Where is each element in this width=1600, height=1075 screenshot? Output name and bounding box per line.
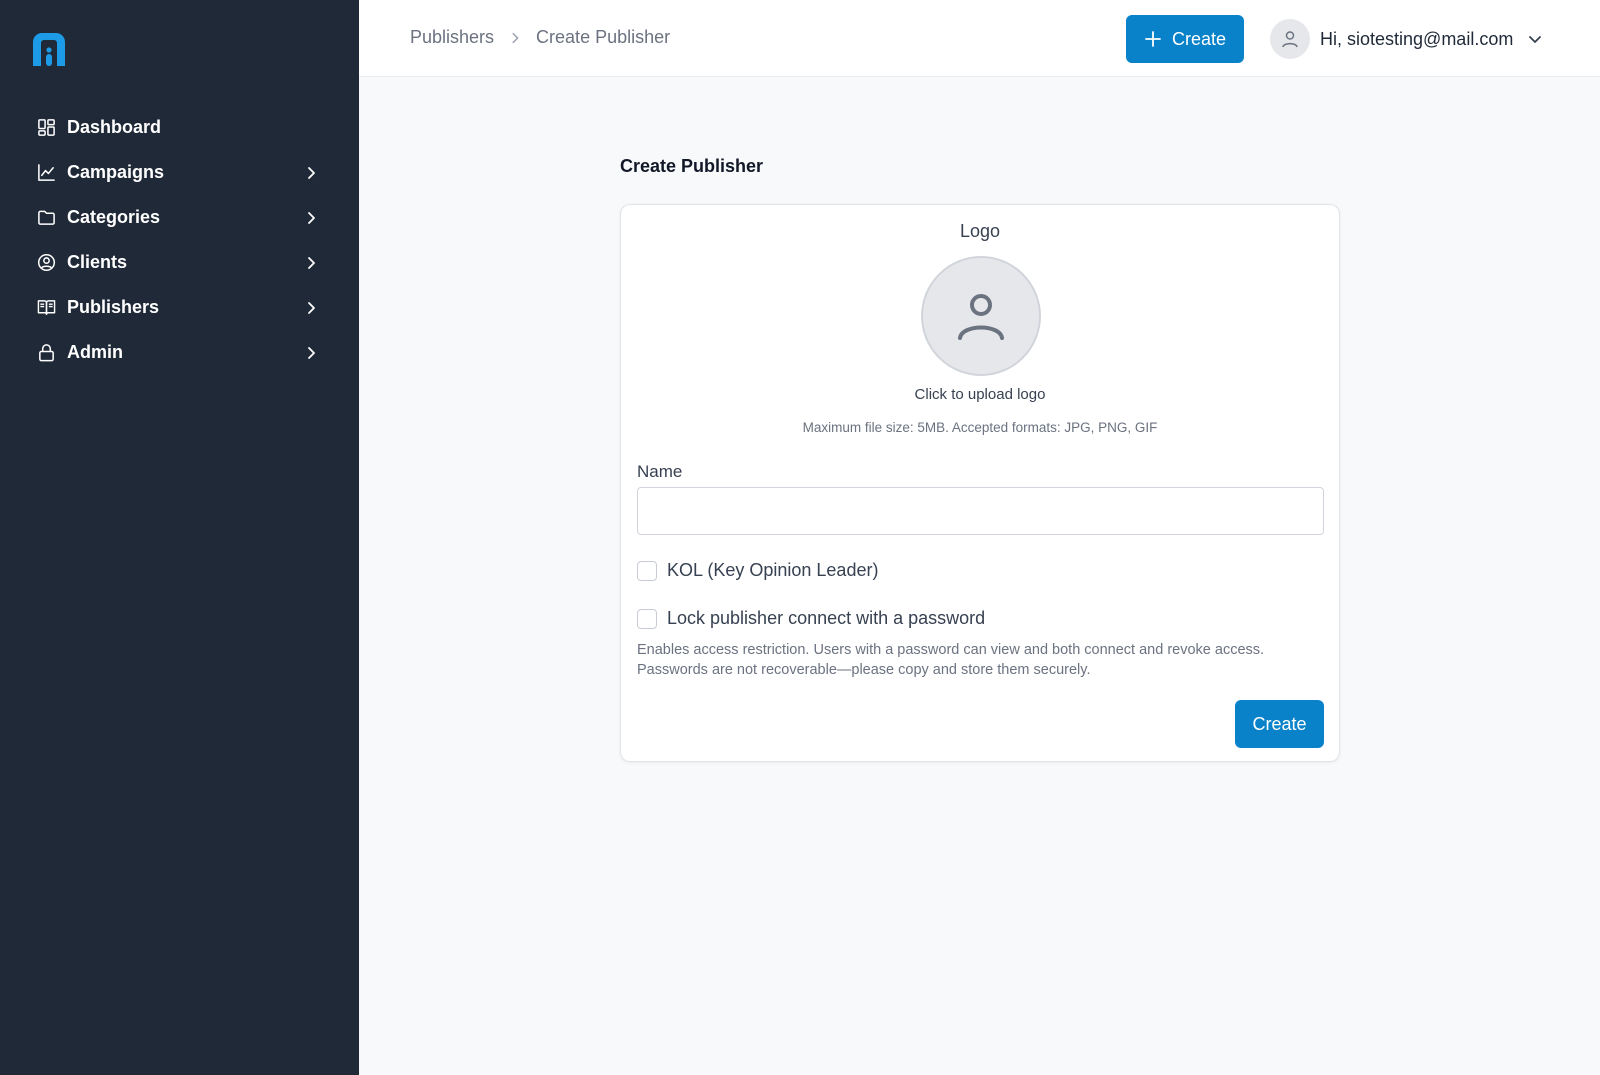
sidebar-item-categories[interactable]: Categories: [0, 195, 359, 240]
lock-icon: [36, 343, 56, 363]
sidebar-item-campaigns[interactable]: Campaigns: [0, 150, 359, 195]
top-header: Publishers Create Publisher Create Hi, s…: [359, 0, 1600, 77]
brand-logo-icon[interactable]: [30, 30, 68, 68]
lock-password-checkbox[interactable]: [637, 608, 657, 629]
sidebar-item-label: Campaigns: [67, 162, 165, 182]
user-circle-icon: [36, 253, 56, 273]
dashboard-icon: [36, 118, 56, 138]
sidebar-item-admin[interactable]: Admin: [0, 330, 359, 375]
header-create-label: Create: [1171, 28, 1227, 49]
chevron-right-icon: [308, 211, 315, 224]
sidebar-item-clients[interactable]: Clients: [0, 240, 359, 285]
lock-password-help-text: Enables access restriction. Users with a…: [637, 642, 1265, 678]
user-menu[interactable]: Hi, siotesting@mail.com: [1270, 19, 1543, 59]
breadcrumb: Publishers Create Publisher: [410, 27, 670, 48]
sidebar-item-dashboard[interactable]: Dashboard: [0, 105, 359, 150]
logo-label: Logo: [959, 221, 1001, 241]
sidebar-nav: Dashboard Campaigns Categories Clients P…: [0, 105, 359, 375]
chevron-right-icon: [308, 166, 315, 179]
sidebar-item-label: Admin: [67, 342, 123, 362]
chart-line-icon: [36, 163, 56, 183]
sidebar-item-label: Dashboard: [67, 117, 162, 137]
upload-hint: Maximum file size: 5MB. Accepted formats…: [802, 420, 1158, 435]
kol-checkbox[interactable]: [637, 560, 657, 581]
chevron-right-icon: [512, 32, 519, 43]
chevron-right-icon: [308, 301, 315, 314]
lock-password-checkbox-label[interactable]: Lock publisher connect with a password: [667, 608, 985, 629]
upload-logo-label[interactable]: Click to upload logo: [621, 386, 1339, 403]
sidebar-item-publishers[interactable]: Publishers: [0, 285, 359, 330]
kol-checkbox-label[interactable]: KOL (Key Opinion Leader): [667, 560, 878, 581]
sidebar-item-label: Clients: [67, 252, 128, 272]
sidebar-item-label: Publishers: [67, 297, 160, 317]
lock-password-checkbox-row[interactable]: Lock publisher connect with a password: [637, 608, 985, 629]
avatar: [1270, 19, 1310, 59]
sidebar-item-label: Categories: [67, 207, 161, 227]
sidebar: Dashboard Campaigns Categories Clients P…: [0, 0, 359, 1075]
header-create-button[interactable]: Create: [1126, 15, 1244, 63]
submit-create-button[interactable]: Create: [1235, 700, 1324, 748]
chevron-right-icon: [308, 346, 315, 359]
kol-checkbox-row[interactable]: KOL (Key Opinion Leader): [637, 560, 878, 581]
user-greeting: Hi, siotesting@mail.com: [1320, 28, 1514, 49]
plus-icon: [1145, 31, 1161, 47]
name-input[interactable]: [637, 487, 1324, 535]
create-publisher-form: Logo Click to upload logo Maximum file s…: [620, 204, 1340, 762]
chevron-down-icon: [1529, 36, 1542, 43]
book-open-icon: [36, 298, 56, 318]
chevron-right-icon: [308, 256, 315, 269]
name-label: Name: [637, 462, 683, 481]
user-placeholder-icon: [958, 294, 1004, 340]
breadcrumb-item-current: Create Publisher: [536, 27, 671, 47]
breadcrumb-item-publishers[interactable]: Publishers: [410, 27, 494, 48]
logo-upload-button[interactable]: [921, 256, 1041, 376]
folder-icon: [36, 208, 56, 228]
page-title: Create Publisher: [620, 156, 764, 176]
